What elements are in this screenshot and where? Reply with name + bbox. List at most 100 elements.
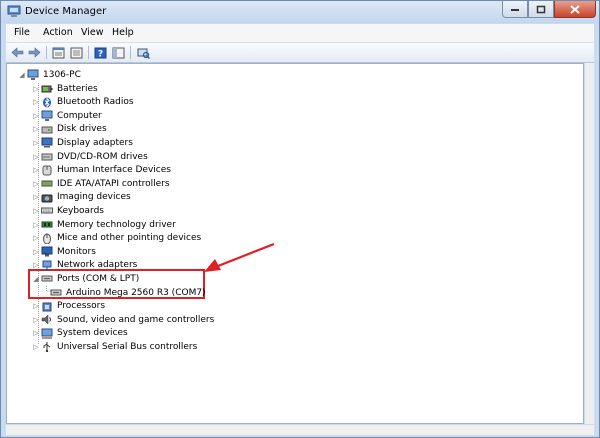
expand-arrow-icon[interactable]: ▷ — [31, 125, 41, 133]
properties-icon — [52, 47, 65, 58]
expand-arrow-icon[interactable]: ▷ — [31, 193, 41, 201]
menu-bar: File Action View Help — [6, 24, 594, 43]
status-bar — [6, 425, 594, 435]
battery-icon — [41, 85, 53, 93]
device-tree-pane: ◢ 1306-PC ▷ Batteries ▷ Bluetooth Radios ▷ Comp… — [6, 63, 584, 424]
collapse-arrow-icon[interactable]: ◢ — [31, 275, 41, 283]
title-bar[interactable]: Device Manager — [1, 1, 599, 23]
expand-arrow-icon[interactable]: ▷ — [31, 302, 41, 310]
annotation-arrow — [204, 242, 275, 272]
network-icon — [42, 260, 52, 271]
tree-category-item[interactable]: ▷ IDE ATA/ATAPI controllers — [31, 177, 170, 190]
tree-category-item[interactable]: ▷ Keyboards — [31, 204, 104, 217]
panel-icon — [112, 47, 125, 58]
tree-category-item[interactable]: ▷ Monitors — [31, 245, 96, 258]
tree-category-item[interactable]: ▷ Disk drives — [31, 123, 106, 136]
tree-item-label: Universal Serial Bus controllers — [57, 341, 198, 352]
tree-device-item[interactable]: Arduino Mega 2560 R3 (COM7) — [44, 286, 206, 299]
svg-text:?: ? — [98, 49, 103, 59]
tree-category-item[interactable]: ▷ Universal Serial Bus controllers — [31, 340, 197, 353]
tree-category-item[interactable]: ▷ Mice and other pointing devices — [31, 232, 201, 245]
toolbar-separator — [130, 46, 131, 59]
dvd-icon — [41, 153, 53, 161]
display-icon — [41, 137, 53, 148]
maximize-button[interactable] — [528, 1, 554, 18]
tree-category-item[interactable]: ▷ Imaging devices — [31, 191, 131, 204]
tree-category-item[interactable]: ▷ Processors — [31, 300, 105, 313]
tree-category-item[interactable]: ▷ Computer — [31, 109, 102, 122]
minimize-button[interactable] — [502, 1, 528, 18]
computer-icon — [41, 110, 53, 122]
scan-hardware-icon — [137, 48, 150, 59]
expand-arrow-icon[interactable]: ▷ — [31, 166, 41, 174]
device-manager-window: Device Manager File Action View Help ? ◢… — [0, 0, 600, 438]
tree-root[interactable]: ◢ 1306-PC — [17, 68, 81, 81]
tree-item-label: DVD/CD-ROM drives — [57, 151, 148, 162]
port-icon — [41, 275, 53, 282]
system-icon — [41, 328, 53, 339]
tree-item-label: Bluetooth Radios — [57, 97, 134, 108]
close-icon — [570, 4, 580, 14]
computer-icon — [27, 69, 39, 80]
tree-item-label: Keyboards — [57, 205, 104, 216]
port-icon — [50, 289, 62, 296]
tree-category-item[interactable]: ◢ Ports (COM & LPT) — [31, 272, 139, 285]
tree-icon — [70, 47, 83, 58]
disk-icon — [41, 126, 53, 134]
expand-arrow-icon[interactable]: ▷ — [31, 221, 41, 229]
menu-view[interactable]: View — [81, 27, 104, 38]
tree-category-item[interactable]: ▷ Memory technology driver — [31, 218, 176, 231]
expand-arrow-icon[interactable]: ▷ — [31, 316, 41, 324]
expand-arrow-icon[interactable]: ▷ — [31, 248, 41, 256]
tree-item-label: System devices — [57, 328, 128, 339]
sound-icon — [41, 314, 51, 325]
forward-button[interactable] — [27, 45, 42, 60]
tree-item-label: Human Interface Devices — [57, 165, 171, 176]
forward-icon — [28, 47, 41, 58]
tree-item-label: Display adapters — [57, 137, 133, 148]
show-hide-tree-button[interactable] — [69, 45, 84, 60]
window-title: Device Manager — [25, 6, 107, 17]
scan-hardware-button[interactable] — [136, 45, 151, 60]
panel-button[interactable] — [111, 45, 126, 60]
tree-category-item[interactable]: ▷ Display adapters — [31, 136, 133, 149]
tree-category-item[interactable]: ▷ DVD/CD-ROM drives — [31, 150, 148, 163]
menu-action[interactable]: Action — [43, 27, 73, 38]
back-button[interactable] — [10, 45, 25, 60]
camera-icon — [41, 194, 53, 203]
tree-category-item[interactable]: ▷ Bluetooth Radios — [31, 96, 134, 109]
tree-item-label: IDE ATA/ATAPI controllers — [57, 178, 170, 189]
expand-arrow-icon[interactable]: ▷ — [31, 207, 41, 215]
tree-category-item[interactable]: ▷ System devices — [31, 327, 128, 340]
collapse-arrow-icon[interactable]: ◢ — [17, 71, 27, 79]
help-icon: ? — [94, 47, 107, 59]
expand-arrow-icon[interactable]: ▷ — [31, 139, 41, 147]
keyboard-icon — [41, 207, 53, 214]
menu-help[interactable]: Help — [112, 27, 134, 38]
processor-icon — [42, 302, 52, 312]
menu-file[interactable]: File — [14, 27, 30, 38]
tree-category-item[interactable]: ▷ Network adapters — [31, 259, 137, 272]
window-controls — [502, 1, 596, 19]
tree-item-label: Computer — [57, 110, 102, 121]
expand-arrow-icon[interactable]: ▷ — [31, 112, 41, 120]
expand-arrow-icon[interactable]: ▷ — [31, 153, 41, 161]
expand-arrow-icon[interactable]: ▷ — [31, 98, 41, 106]
tree-root-label: 1306-PC — [43, 69, 81, 80]
help-button[interactable]: ? — [93, 45, 108, 60]
expand-arrow-icon[interactable]: ▷ — [31, 261, 41, 269]
close-button[interactable] — [554, 1, 596, 18]
expand-arrow-icon[interactable]: ▷ — [31, 343, 41, 351]
expand-arrow-icon[interactable]: ▷ — [31, 329, 41, 337]
tree-item-label: Mice and other pointing devices — [57, 233, 202, 244]
tree-item-label: Processors — [57, 301, 106, 312]
vertical-scrollbar[interactable] — [585, 63, 594, 424]
tree-item-label: Memory technology driver — [57, 219, 176, 230]
expand-arrow-icon[interactable]: ▷ — [31, 234, 41, 242]
expand-arrow-icon[interactable]: ▷ — [31, 180, 41, 188]
tree-category-item[interactable]: ▷ Sound, video and game controllers — [31, 313, 214, 326]
tree-category-item[interactable]: ▷ Batteries — [31, 82, 97, 95]
tree-category-item[interactable]: ▷ Human Interface Devices — [31, 164, 171, 177]
expand-arrow-icon[interactable]: ▷ — [31, 85, 41, 93]
properties-button[interactable] — [51, 45, 66, 60]
